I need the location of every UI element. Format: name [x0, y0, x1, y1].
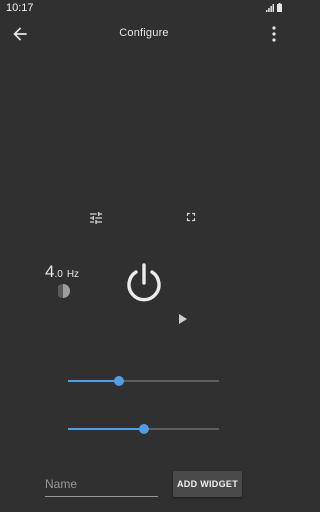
power-icon[interactable]	[123, 262, 165, 304]
frequency-unit: Hz	[66, 269, 80, 280]
frequency-display: 4.0 Hz	[45, 262, 79, 282]
half-circle-icon[interactable]	[58, 284, 70, 298]
slider-fill	[68, 428, 144, 430]
add-widget-button[interactable]: ADD WIDGET	[173, 471, 242, 497]
app-bar: Configure	[0, 16, 288, 52]
signal-icon	[266, 4, 274, 12]
page-title: Configure	[119, 27, 169, 39]
status-icons	[266, 3, 282, 12]
play-icon[interactable]	[178, 313, 188, 325]
slider-1[interactable]	[68, 374, 219, 388]
slider-2[interactable]	[68, 422, 219, 436]
frequency-decimal: .0	[54, 269, 63, 280]
status-bar: 10:17	[0, 0, 288, 16]
slider-fill	[68, 380, 120, 382]
more-vert-icon[interactable]	[268, 24, 280, 44]
status-time: 10:17	[6, 2, 34, 14]
tune-icon[interactable]	[88, 210, 104, 226]
slider-thumb[interactable]	[138, 424, 149, 434]
slider-thumb[interactable]	[114, 376, 125, 386]
name-input[interactable]	[45, 474, 158, 497]
battery-icon	[277, 3, 282, 12]
fullscreen-icon[interactable]	[184, 210, 198, 224]
